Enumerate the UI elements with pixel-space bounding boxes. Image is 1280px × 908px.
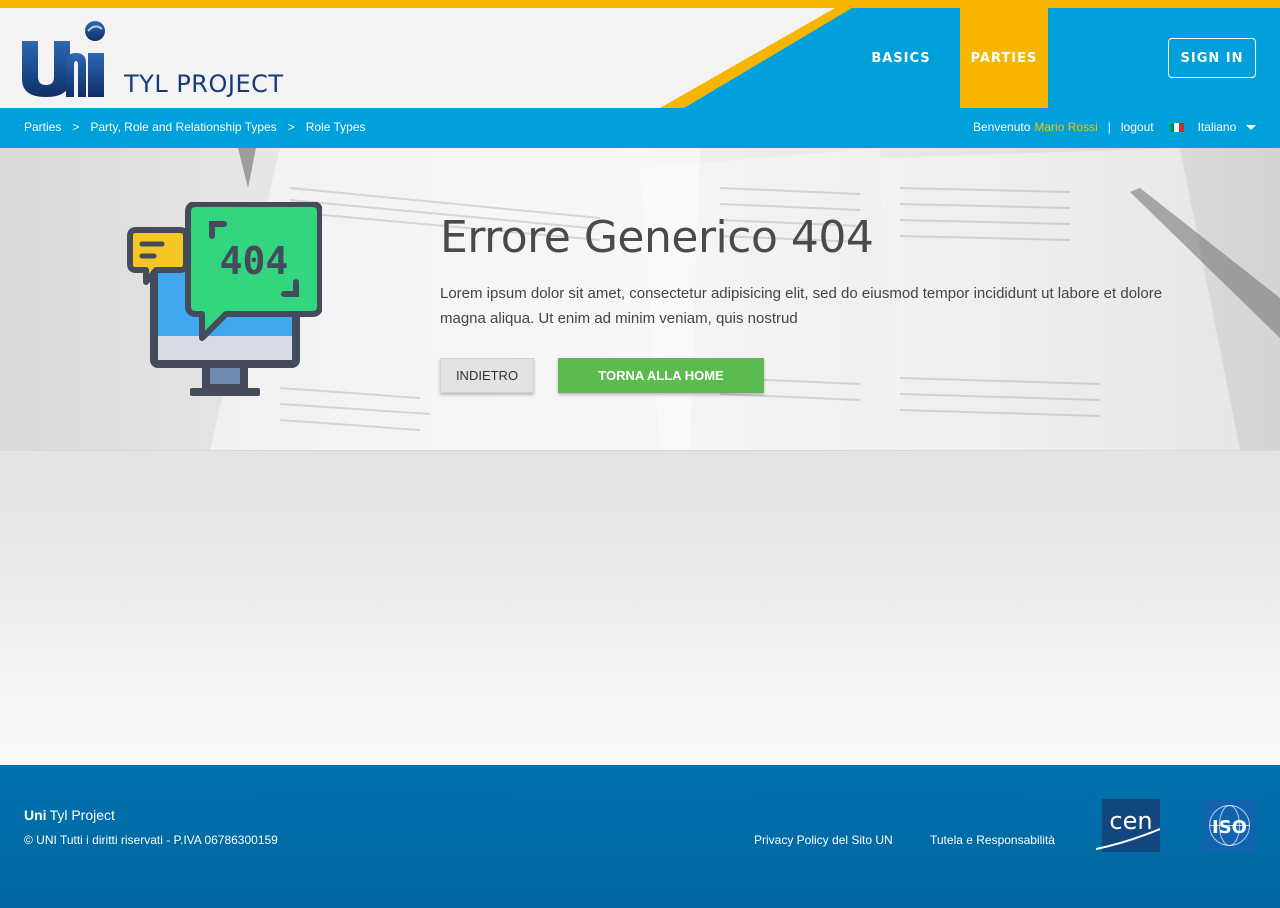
language-select[interactable]: Italiano xyxy=(1198,120,1237,134)
breadcrumb-separator: > xyxy=(287,120,295,134)
user-name-link[interactable]: Mario Rossi xyxy=(1034,120,1097,134)
back-button[interactable]: INDIETRO xyxy=(440,358,534,393)
welcome-label: Benvenuto xyxy=(973,120,1031,134)
breadcrumb-bar: Parties > Party, Role and Relationship T… xyxy=(0,108,1280,148)
cen-logo-text: cen xyxy=(1109,807,1152,835)
sign-in-button[interactable]: SIGN IN xyxy=(1168,38,1256,78)
error-message: Lorem ipsum dolor sit amet, consectetur … xyxy=(440,285,1163,327)
footer-brand: Uni Tyl Project xyxy=(24,807,115,823)
footer-copyright: © UNI Tutti i diritti riservati - P.IVA … xyxy=(24,833,278,847)
user-divider: | xyxy=(1107,120,1111,134)
breadcrumb: Parties > Party, Role and Relationship T… xyxy=(24,120,366,134)
footer-brand-uni: Uni xyxy=(24,807,47,823)
site-header: TYL PROJECT BASICS PARTIES SIGN IN xyxy=(0,8,1280,108)
breadcrumb-item-party-role-relationship-types[interactable]: Party, Role and Relationship Types xyxy=(90,120,276,134)
user-box: Benvenuto Mario Rossi | logout Italiano xyxy=(973,120,1257,134)
chevron-down-icon[interactable] xyxy=(1246,124,1257,130)
error-404-monitor-icon: 404 xyxy=(127,202,322,396)
cen-logo-icon[interactable]: cen xyxy=(1096,799,1160,852)
logo-title: TYL PROJECT xyxy=(124,70,284,98)
home-button[interactable]: TORNA ALLA HOME xyxy=(558,358,764,393)
footer-brand-name: Tyl Project xyxy=(49,807,115,823)
site-footer: Uni Tyl Project © UNI Tutti i diritti ris… xyxy=(0,765,1280,908)
nav-parties[interactable]: PARTIES xyxy=(960,8,1048,108)
italy-flag-icon xyxy=(1169,122,1184,132)
top-accent-strip xyxy=(0,0,1280,8)
error-hero: 404 Errore Generico 404 Lorem ipsum dolo… xyxy=(0,148,1280,450)
breadcrumb-item-role-types[interactable]: Role Types xyxy=(306,120,366,134)
breadcrumb-item-parties[interactable]: Parties xyxy=(24,120,61,134)
breadcrumb-separator: > xyxy=(72,120,80,134)
icon-404-text: 404 xyxy=(220,239,289,283)
tutela-responsabilita-link[interactable]: Tutela e Responsabilità xyxy=(930,833,1055,847)
privacy-policy-link[interactable]: Privacy Policy del Sito UN xyxy=(754,833,893,847)
iso-logo-icon[interactable]: ISO xyxy=(1203,799,1256,852)
logout-link[interactable]: logout xyxy=(1121,120,1154,134)
uni-logo-icon[interactable] xyxy=(20,19,108,99)
nav-basics[interactable]: BASICS xyxy=(860,8,942,108)
page-title: Errore Generico 404 xyxy=(440,212,874,263)
iso-logo-text: ISO xyxy=(1212,817,1247,838)
main-content-area xyxy=(0,450,1280,765)
